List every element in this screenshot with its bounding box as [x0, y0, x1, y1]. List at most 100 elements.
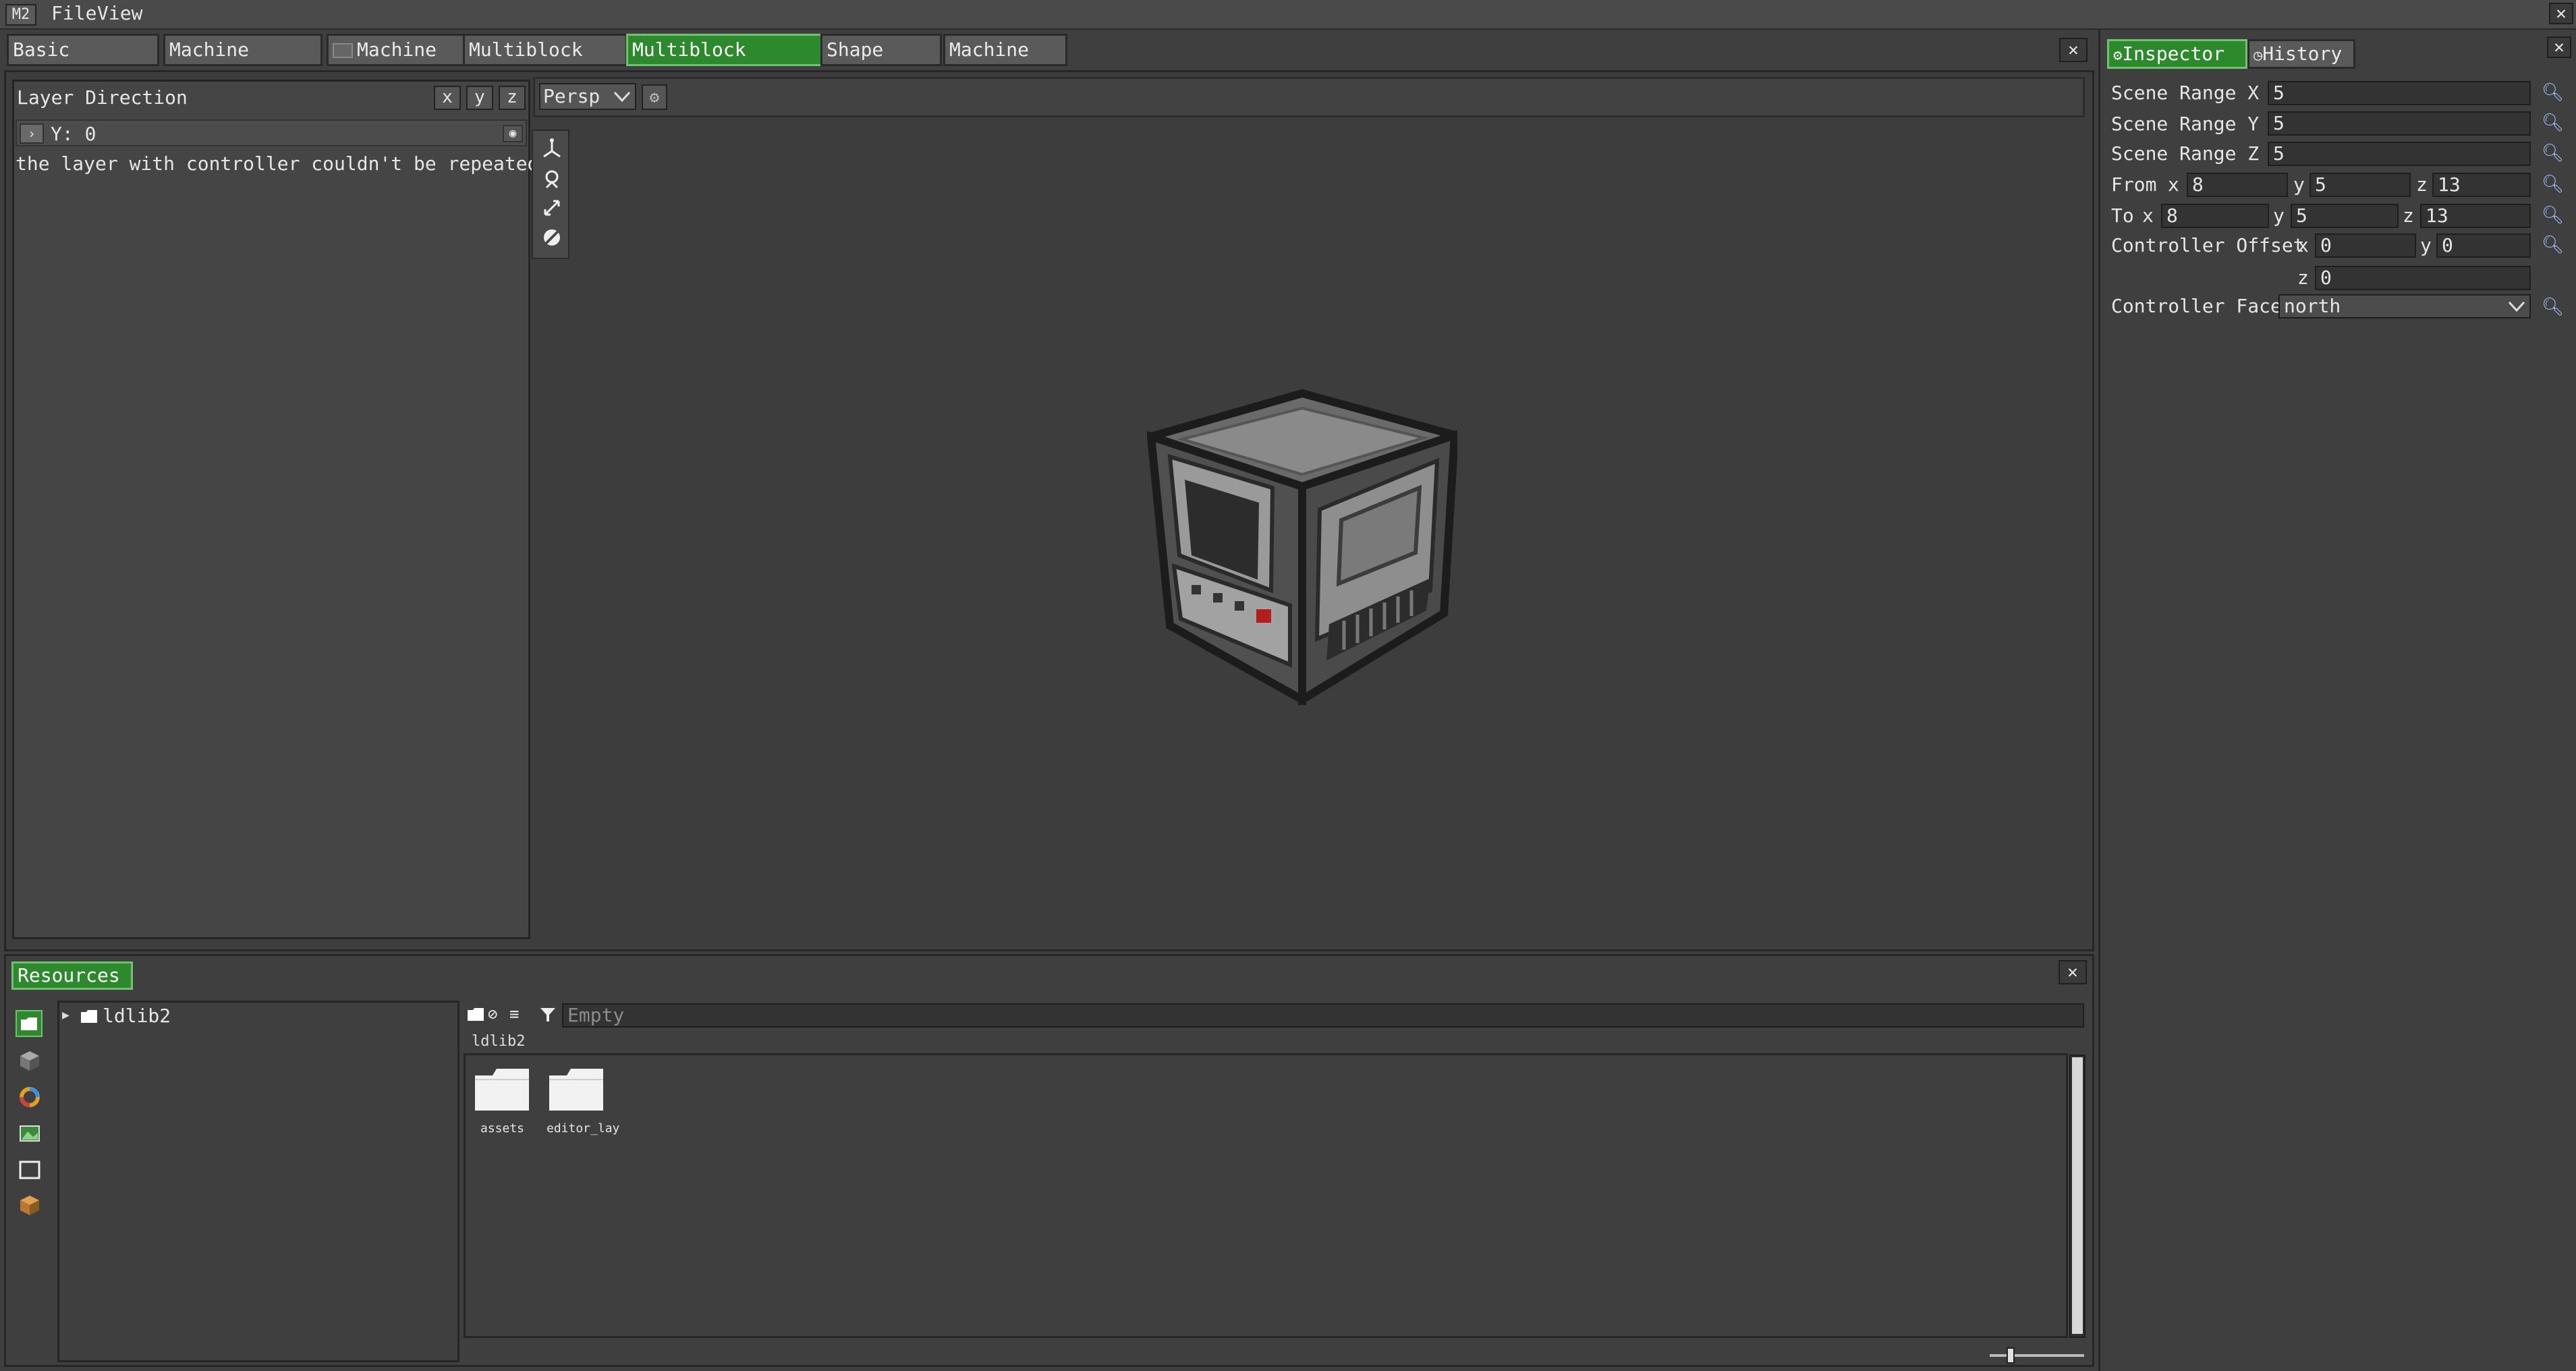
controller-offset-x-input[interactable]: 0	[2315, 233, 2416, 258]
block-model-icon[interactable]	[18, 1049, 41, 1072]
to-x-input[interactable]: 8	[2161, 204, 2269, 228]
scene-range-x-input[interactable]: 5	[2268, 81, 2531, 105]
color-palette-icon[interactable]	[18, 1086, 41, 1109]
rotate-icon[interactable]	[541, 167, 563, 189]
zoom-slider[interactable]	[1990, 1346, 2084, 1365]
menu-bar: M2 File View ✕	[0, 0, 2576, 30]
tab-inspector[interactable]: ⚙Inspector	[2107, 39, 2247, 69]
window-icon[interactable]	[18, 1158, 41, 1181]
scene-range-x-label: Scene Range X	[2111, 82, 2260, 104]
clock-icon: ◷	[2253, 47, 2263, 64]
from-z-input[interactable]: 13	[2432, 173, 2531, 197]
controller-face-value: north	[2284, 295, 2341, 317]
inspector-close-button[interactable]: ✕	[2547, 36, 2571, 58]
from-label: From	[2111, 173, 2157, 196]
scene-range-y-input[interactable]: 5	[2268, 111, 2531, 136]
controller-offset-z-input[interactable]: 0	[2315, 266, 2531, 290]
search-icon[interactable]: 🔍︎	[2542, 205, 2564, 225]
from-x-label: x	[2168, 173, 2179, 196]
layer-row[interactable]: › Y: 0 ◉	[16, 119, 527, 146]
tree-root-label[interactable]: ldlib2	[103, 1007, 171, 1026]
hidden-eye-icon[interactable]: ⊘	[488, 1005, 497, 1024]
axis-y-button[interactable]: y	[466, 86, 493, 110]
vertical-scrollbar[interactable]	[2069, 1055, 2085, 1338]
layer-direction-panel: Layer Direction x y z › Y: 0 ◉ the layer…	[12, 80, 538, 939]
axis-z-button[interactable]: z	[499, 86, 526, 110]
file-grid: assets editor_lay	[464, 1053, 2068, 1338]
tab-multiblock-area[interactable]: Multiblock Area	[463, 34, 627, 89]
file-item[interactable]: assets	[470, 1061, 537, 1148]
tab-resources[interactable]: Resources	[11, 961, 133, 990]
folder-icon	[475, 1069, 529, 1111]
texture-icon[interactable]	[18, 1122, 41, 1145]
expand-icon[interactable]: ›	[20, 123, 44, 144]
tab-history[interactable]: ◷History	[2247, 39, 2355, 69]
to-y-input[interactable]: 5	[2291, 204, 2399, 228]
layer-warning: the layer with controller couldn't be re…	[16, 152, 539, 175]
folder-icon[interactable]	[466, 1006, 485, 1022]
axis-x-button[interactable]: x	[434, 86, 461, 110]
sort-icon[interactable]: ≡	[509, 1005, 519, 1024]
slider-track	[1990, 1354, 2084, 1357]
tab-machine-traits[interactable]: Machine Traits	[163, 34, 323, 89]
chevron-down-icon	[2508, 301, 2525, 312]
current-path: ldlib2	[472, 1033, 526, 1050]
search-icon[interactable]: 🔍︎	[2542, 143, 2564, 163]
projection-select[interactable]: Persp	[539, 83, 636, 110]
machine-block-preview[interactable]	[1147, 388, 1457, 705]
resources-panel: Resources ✕ ▶ ldlib2 ⊘ ≡ Empty ldlib2 as…	[4, 954, 2094, 1367]
panel-title: Layer Direction	[17, 86, 188, 109]
folder-icon[interactable]	[16, 1010, 43, 1037]
controller-face-label: Controller Face	[2111, 295, 2282, 317]
menu-file[interactable]: File	[51, 4, 96, 23]
tab-machine-ui[interactable]: Machine UI	[327, 34, 466, 89]
scene-range-y-label: Scene Range Y	[2111, 113, 2260, 135]
from-z-label: z	[2416, 173, 2428, 196]
scene-range-z-input[interactable]: 5	[2268, 142, 2531, 166]
controller-offset-x-label: x	[2297, 234, 2309, 256]
window-close-button[interactable]: ✕	[2549, 3, 2573, 24]
resource-search-input[interactable]: Empty	[562, 1003, 2084, 1028]
settings-icon[interactable]: ⚙	[642, 84, 667, 110]
folder-icon	[81, 1010, 97, 1023]
scrollbar-thumb[interactable]	[2072, 1057, 2083, 1334]
controller-offset-y-input[interactable]: 0	[2436, 233, 2531, 258]
filter-icon[interactable]	[539, 1006, 557, 1024]
tab-machine-fx[interactable]: Machine FX	[943, 34, 1067, 89]
visibility-icon[interactable]: ◉	[503, 125, 523, 142]
slider-thumb[interactable]	[2007, 1347, 2015, 1364]
tree-expand-icon[interactable]: ▶	[62, 1008, 69, 1022]
controller-face-select[interactable]: north	[2278, 294, 2531, 318]
search-icon[interactable]: 🔍︎	[2542, 297, 2564, 317]
tab-multiblock-pattern[interactable]: Multiblock Pattern	[626, 34, 823, 89]
to-z-label: z	[2403, 204, 2414, 227]
tab-label: Inspector	[2122, 43, 2224, 65]
file-name: editor_lay	[547, 1121, 620, 1136]
to-y-label: y	[2273, 204, 2285, 227]
layer-label: Y: 0	[51, 123, 96, 145]
tabs-close-button[interactable]: ✕	[2059, 38, 2088, 62]
file-item[interactable]: editor_lay	[541, 1061, 619, 1148]
tab-basic-settings[interactable]: Basic Settings	[7, 34, 159, 89]
resources-close-button[interactable]: ✕	[2059, 960, 2087, 984]
disable-gizmo-icon[interactable]	[541, 227, 563, 248]
search-icon[interactable]: 🔍︎	[2542, 174, 2564, 194]
controller-offset-label: Controller Offset	[2111, 234, 2305, 256]
file-name: assets	[480, 1121, 525, 1136]
move-icon[interactable]	[541, 138, 563, 159]
chevron-down-icon	[613, 91, 631, 103]
resource-tree: ▶ ldlib2	[57, 1001, 459, 1362]
gear-icon: ⚙	[2113, 47, 2123, 64]
package-icon[interactable]	[18, 1194, 41, 1216]
search-icon[interactable]: 🔍︎	[2542, 235, 2564, 255]
search-icon[interactable]: 🔍︎	[2542, 113, 2564, 133]
to-z-input[interactable]: 13	[2420, 204, 2531, 228]
folder-icon	[549, 1069, 603, 1111]
from-x-input[interactable]: 8	[2187, 173, 2288, 197]
from-y-input[interactable]: 5	[2309, 173, 2411, 197]
search-icon[interactable]: 🔍︎	[2542, 82, 2564, 103]
scale-icon[interactable]	[541, 197, 563, 219]
tab-shape-info[interactable]: Shape Info	[820, 34, 942, 89]
controller-offset-z-label: z	[2297, 267, 2309, 289]
menu-view[interactable]: View	[97, 4, 142, 23]
